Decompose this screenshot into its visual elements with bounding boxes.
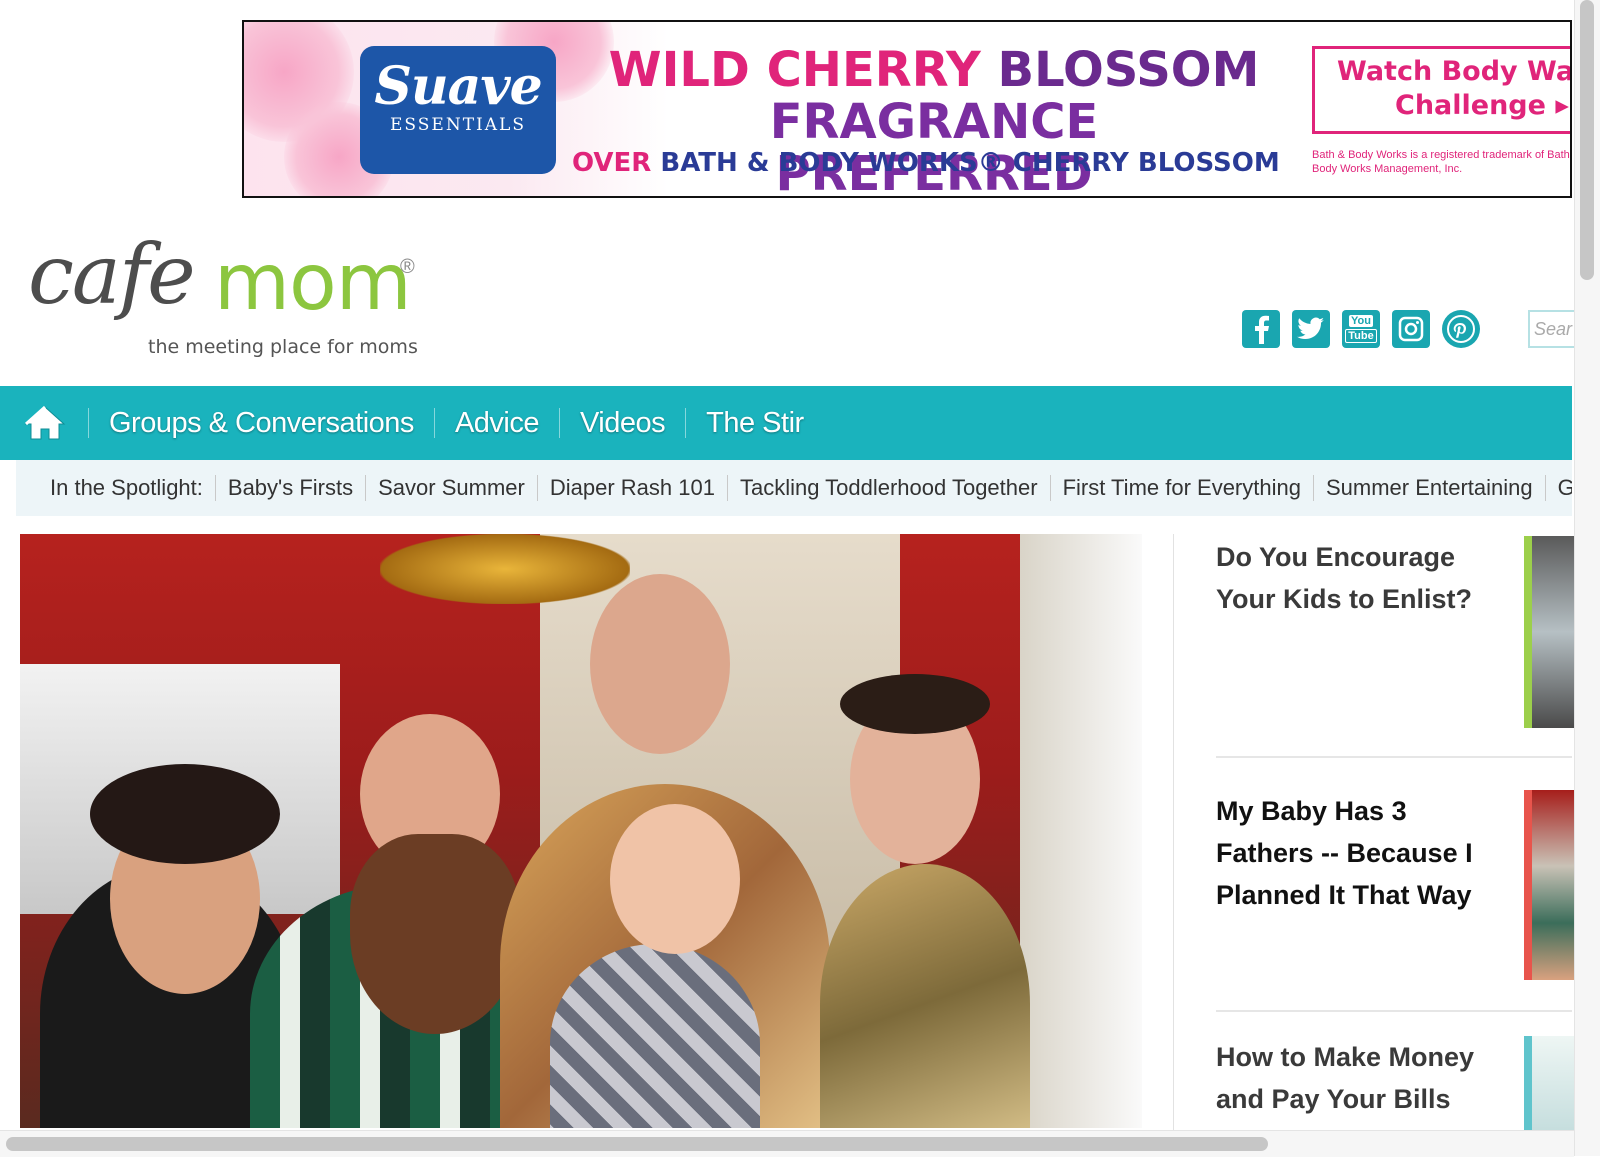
photo-face xyxy=(610,804,740,954)
logo-registered: ® xyxy=(400,256,415,278)
photo-person-child xyxy=(550,944,760,1128)
ad-subline: OVER BATH & BODY WORKS® CHERRY BLOSSOM xyxy=(572,148,1280,178)
ad-brand: Suave xyxy=(374,56,542,117)
ad-cta-button[interactable]: Watch Body Wa Challenge ▸ xyxy=(1312,46,1572,134)
horizontal-scrollbar[interactable] xyxy=(0,1130,1574,1157)
ad-subline-a: OVER xyxy=(572,148,652,178)
social-links: You Tube xyxy=(1242,310,1480,348)
spotlight-bar: In the Spotlight: Baby's Firsts Savor Su… xyxy=(16,460,1572,516)
facebook-icon[interactable] xyxy=(1242,310,1280,348)
ad-subline-b: BATH & BODY WORKS® CHERRY BLOSSOM xyxy=(660,148,1280,178)
photo-chandelier xyxy=(380,534,630,604)
story-thumbnail[interactable] xyxy=(1524,790,1580,980)
hero-photo[interactable] xyxy=(20,534,1142,1128)
story-divider xyxy=(1216,756,1572,758)
story-thumbnail[interactable] xyxy=(1524,536,1580,728)
spotlight-label: In the Spotlight: xyxy=(50,475,203,500)
photo-beard xyxy=(350,834,520,1034)
nav-the-stir[interactable]: The Stir xyxy=(686,407,824,440)
ad-headline-2: FRAGRANCE PREFERRED xyxy=(769,94,1099,198)
horizontal-scroll-thumb[interactable] xyxy=(6,1137,1268,1151)
photo-person-right-man xyxy=(820,864,1030,1128)
nav-advice[interactable]: Advice xyxy=(435,407,559,440)
story-divider xyxy=(1216,1010,1572,1012)
ad-brand-sub: ESSENTIALS xyxy=(390,115,526,135)
vertical-scroll-thumb[interactable] xyxy=(1580,0,1594,280)
spotlight-link-more[interactable]: G xyxy=(1544,475,1572,501)
twitter-icon[interactable] xyxy=(1292,310,1330,348)
photo-hair xyxy=(840,674,990,734)
instagram-icon[interactable] xyxy=(1392,310,1430,348)
home-icon[interactable] xyxy=(24,404,66,442)
pinterest-icon[interactable] xyxy=(1442,310,1480,348)
cafemom-logo[interactable]: cafe mom ® the meeting place for moms xyxy=(28,228,428,368)
ad-cta-line1: Watch Body Wa xyxy=(1337,56,1572,87)
main-nav: Groups & Conversations Advice Videos The… xyxy=(0,386,1572,460)
sidebar-story[interactable]: My Baby Has 3 Fathers -- Because I Plann… xyxy=(1216,790,1506,916)
suave-logo: Suave ESSENTIALS xyxy=(360,46,556,174)
ad-headline-1a: WILD CHERRY xyxy=(608,42,981,98)
logo-mom: mom xyxy=(214,238,412,328)
story-title[interactable]: My Baby Has 3 Fathers -- Because I Plann… xyxy=(1216,790,1506,916)
spotlight-link-savor-summer[interactable]: Savor Summer xyxy=(365,475,537,501)
ad-headline-1b: BLOSSOM xyxy=(997,42,1260,98)
spotlight-link-summer-entertaining[interactable]: Summer Entertaining xyxy=(1312,475,1545,501)
story-title[interactable]: Do You Encourage Your Kids to Enlist? xyxy=(1216,536,1506,620)
sidebar-story[interactable]: Do You Encourage Your Kids to Enlist? xyxy=(1216,536,1506,620)
logo-cafe: cafe xyxy=(28,228,196,323)
ad-cta-line2: Challenge ▸ xyxy=(1395,90,1569,121)
nav-groups-conversations[interactable]: Groups & Conversations xyxy=(89,407,434,440)
story-thumbnail[interactable] xyxy=(1524,1036,1580,1130)
spotlight-link-toddlerhood[interactable]: Tackling Toddlerhood Together xyxy=(726,475,1050,501)
logo-tagline: the meeting place for moms xyxy=(148,336,418,358)
vertical-scrollbar[interactable] xyxy=(1574,0,1600,1156)
photo-hair xyxy=(90,764,280,864)
spotlight-link-first-time[interactable]: First Time for Everything xyxy=(1049,475,1313,501)
spotlight-link-babys-firsts[interactable]: Baby's Firsts xyxy=(214,475,365,501)
photo-curtain xyxy=(1020,534,1142,1128)
spotlight-link-diaper-rash[interactable]: Diaper Rash 101 xyxy=(536,475,727,501)
youtube-icon[interactable]: You Tube xyxy=(1342,310,1380,348)
sidebar-divider xyxy=(1173,534,1174,1134)
story-title[interactable]: How to Make Money and Pay Your Bills xyxy=(1216,1036,1506,1120)
ad-legal-text: Bath & Body Works is a registered tradem… xyxy=(1312,149,1572,175)
ad-banner[interactable]: Suave ESSENTIALS WILD CHERRY BLOSSOM FRA… xyxy=(242,20,1572,198)
photo-face xyxy=(590,574,730,754)
sidebar-story[interactable]: How to Make Money and Pay Your Bills xyxy=(1216,1036,1506,1120)
nav-videos[interactable]: Videos xyxy=(560,407,685,440)
